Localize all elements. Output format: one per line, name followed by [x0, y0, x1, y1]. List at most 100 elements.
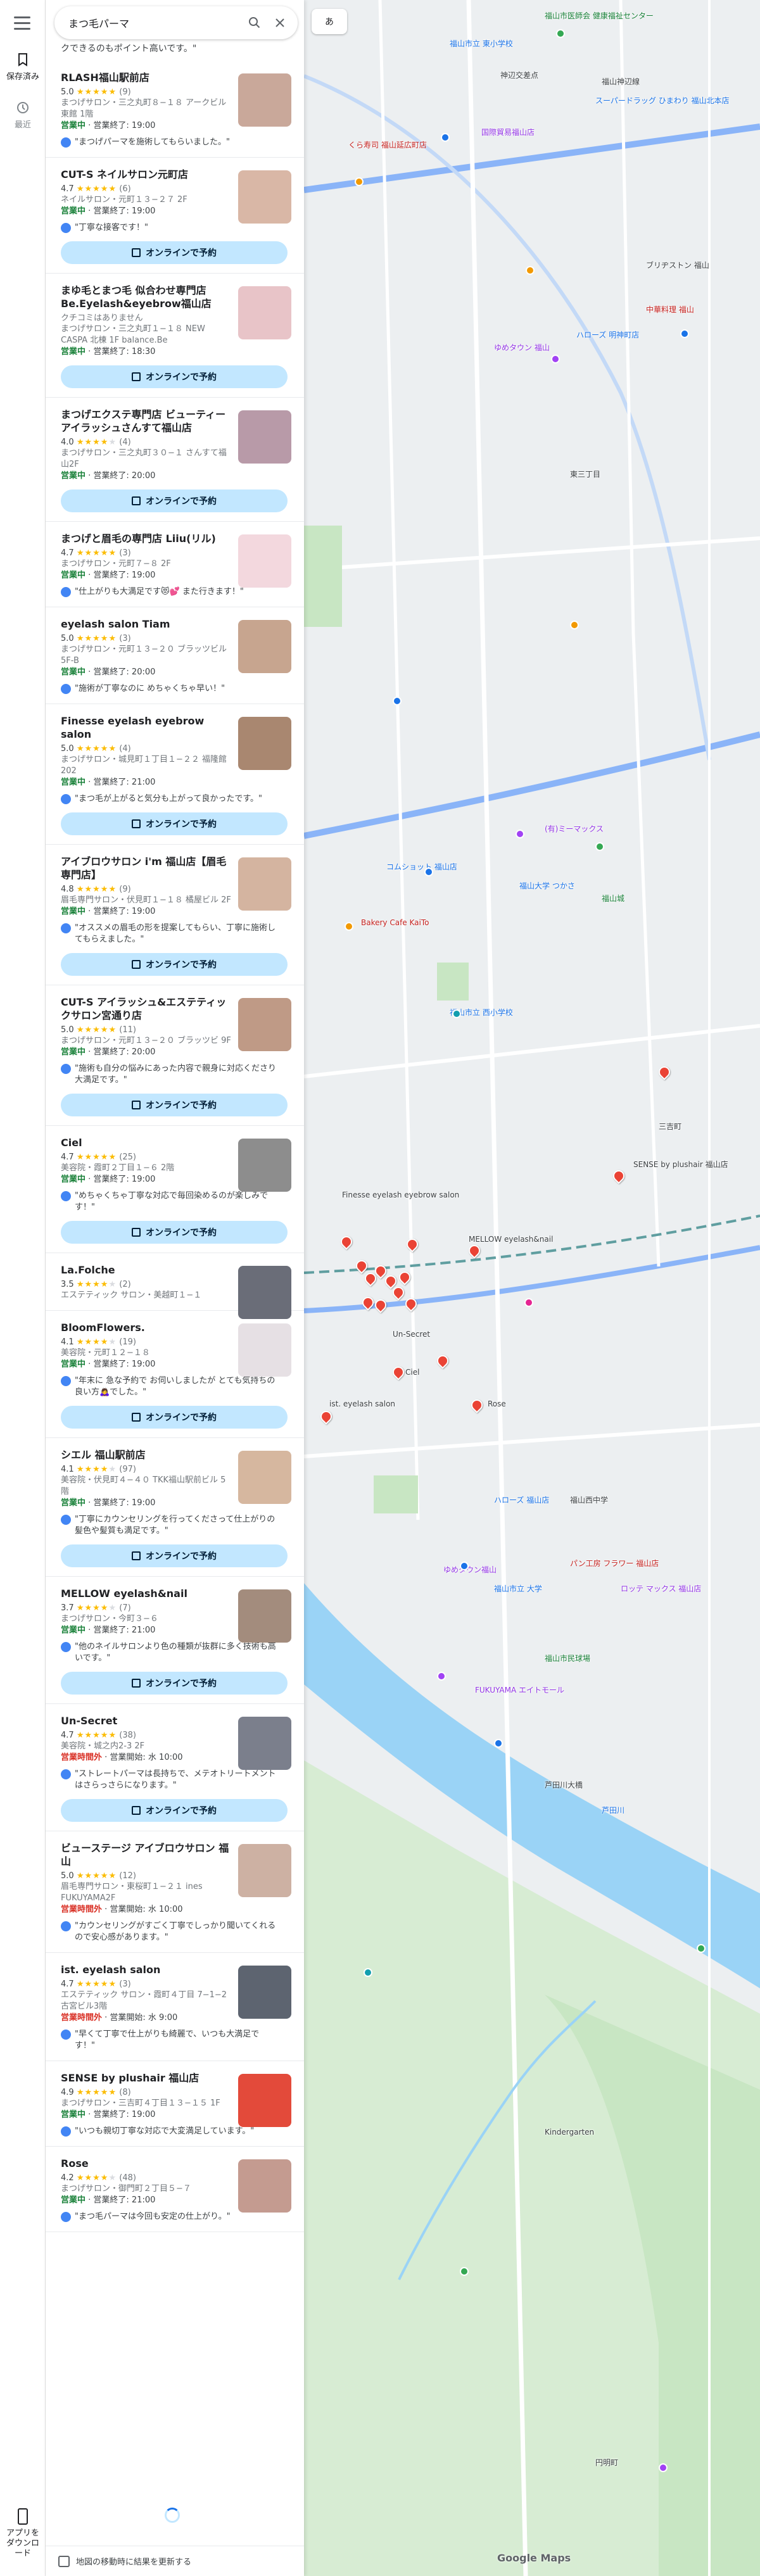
- result-name[interactable]: SENSE by plushair 福山店: [61, 2071, 232, 2085]
- result-name[interactable]: eyelash salon Tiam: [61, 617, 232, 631]
- result-name[interactable]: BloomFlowers.: [61, 1321, 232, 1334]
- result-name[interactable]: La.Folche: [61, 1263, 232, 1277]
- map-place-label[interactable]: ハローズ 福山店: [494, 1494, 549, 1505]
- map-place-label[interactable]: ブリヂストン 福山: [646, 260, 709, 270]
- result-photo[interactable]: [238, 1323, 291, 1377]
- result-item[interactable]: Finesse eyelash eyebrow salon 5.0 ★★★★★ (…: [46, 704, 304, 845]
- map-place-label[interactable]: くら寿司 福山延広町店: [348, 139, 427, 150]
- map-place-label[interactable]: 円明町: [595, 2457, 618, 2468]
- map-place-label[interactable]: 福山城: [602, 893, 624, 904]
- result-item[interactable]: CUT-S ネイルサロン元町店 4.7 ★★★★★ (6) ネイルサロン・元町１３−…: [46, 158, 304, 274]
- poi-marker[interactable]: [526, 266, 535, 275]
- book-online-button[interactable]: オンラインで予約: [61, 812, 288, 835]
- map-place-label[interactable]: スーパードラッグ ひまわり 福山北本店: [595, 95, 730, 106]
- update-on-move-checkbox[interactable]: [58, 2555, 70, 2567]
- result-item[interactable]: ist. eyelash salon 4.7 ★★★★★ (3) エステティック サ…: [46, 1953, 304, 2061]
- result-item[interactable]: Un-Secret 4.7 ★★★★★ (38) 美容院・城之内2-3 2F 営業時間…: [46, 1704, 304, 1831]
- poi-marker[interactable]: [393, 697, 402, 705]
- map-place-label[interactable]: Finesse eyelash eyebrow salon: [342, 1190, 459, 1199]
- book-online-button[interactable]: オンラインで予約: [61, 489, 288, 512]
- result-item[interactable]: RLASH福山駅前店 5.0 ★★★★★ (9) まつげサロン・三之丸町８−１８ ア…: [46, 61, 304, 158]
- result-name[interactable]: まゆ毛とまつ毛 似合わせ専門店 Be.Eyelash&eyebrow福山店: [61, 284, 232, 310]
- poi-marker[interactable]: [697, 1944, 706, 1953]
- book-online-button[interactable]: オンラインで予約: [61, 1094, 288, 1116]
- map-place-label[interactable]: 福山神辺線: [602, 76, 640, 87]
- poi-marker[interactable]: [570, 621, 579, 629]
- map-place-label[interactable]: ハローズ 明神町店: [576, 329, 639, 340]
- result-name[interactable]: CUT-S ネイルサロン元町店: [61, 168, 232, 181]
- search-button[interactable]: [242, 10, 267, 35]
- result-item[interactable]: Rose 4.2 ★★★★★ (48) まつげサロン・御門町２丁目５−７ 営業中 · …: [46, 2147, 304, 2232]
- book-online-button[interactable]: オンラインで予約: [61, 365, 288, 388]
- poi-marker[interactable]: [551, 355, 560, 363]
- poi-marker[interactable]: [424, 868, 433, 876]
- result-item[interactable]: まつげと眉毛の専門店 Liiu(リル) 4.7 ★★★★★ (3) まつげサロン・元…: [46, 522, 304, 607]
- recent-button[interactable]: 最近: [0, 100, 46, 130]
- poi-marker[interactable]: [460, 2267, 469, 2276]
- map-place-label[interactable]: 東三丁目: [570, 469, 600, 479]
- book-online-button[interactable]: オンラインで予約: [61, 1406, 288, 1429]
- result-name[interactable]: RLASH福山駅前店: [61, 71, 232, 84]
- result-name[interactable]: Un-Secret: [61, 1714, 232, 1727]
- map-place-label[interactable]: ゆめタウン福山: [443, 1564, 497, 1575]
- map-place-label[interactable]: 福山大学 つかさ: [519, 880, 575, 891]
- poi-marker[interactable]: [516, 830, 524, 838]
- result-photo[interactable]: [238, 717, 291, 770]
- result-item[interactable]: BloomFlowers. 4.1 ★★★★★ (19) 美容院・元町１２−１８ 営業…: [46, 1311, 304, 1438]
- result-photo[interactable]: [238, 410, 291, 464]
- search-input[interactable]: まつ毛パーマ: [68, 15, 242, 30]
- result-name[interactable]: アイブロウサロン i'm 福山店【眉毛専門店】: [61, 855, 232, 881]
- menu-icon[interactable]: [14, 16, 30, 30]
- result-item[interactable]: ビューステージ アイブロウサロン 福山 5.0 ★★★★★ (12) 眉毛専門サロン…: [46, 1831, 304, 1953]
- result-photo[interactable]: [238, 170, 291, 224]
- result-name[interactable]: Rose: [61, 2157, 232, 2170]
- map-place-label[interactable]: ゆめタウン 福山: [494, 342, 550, 353]
- map-place-label[interactable]: コムショット 福山店: [386, 861, 457, 872]
- result-item[interactable]: アイブロウサロン i'm 福山店【眉毛専門店】 4.8 ★★★★★ (9) 眉毛専門…: [46, 845, 304, 985]
- map-place-label[interactable]: 芦田川大橋: [545, 1779, 583, 1790]
- map-place-label[interactable]: 福山市医師会 健康福祉センター: [545, 10, 654, 21]
- result-item[interactable]: まつげエクステ専門店 ビューティーアイラッシュさんすて福山店 4.0 ★★★★★ …: [46, 398, 304, 522]
- search-box[interactable]: まつ毛パーマ: [54, 6, 298, 39]
- poi-marker[interactable]: [437, 1672, 446, 1681]
- map-place-label[interactable]: ロッテ マックス 福山店: [621, 1583, 701, 1594]
- map-place-label[interactable]: SENSE by plushair 福山店: [633, 1159, 728, 1170]
- result-name[interactable]: MELLOW eyelash&nail: [61, 1587, 232, 1600]
- get-app-button[interactable]: アプリをダウンロード: [0, 2508, 46, 2559]
- map-place-label[interactable]: Kindergarten: [545, 2128, 594, 2137]
- result-photo[interactable]: [238, 286, 291, 339]
- result-photo[interactable]: [238, 1451, 291, 1504]
- map-place-label[interactable]: MELLOW eyelash&nail: [469, 1235, 553, 1244]
- poi-marker[interactable]: [345, 922, 353, 931]
- result-item[interactable]: MELLOW eyelash&nail 3.7 ★★★★★ (7) まつげサロン・今…: [46, 1577, 304, 1704]
- book-online-button[interactable]: オンラインで予約: [61, 1799, 288, 1822]
- result-name[interactable]: まつげエクステ専門店 ビューティーアイラッシュさんすて福山店: [61, 408, 232, 434]
- map-place-label[interactable]: FUKUYAMA エイトモール: [475, 1684, 564, 1695]
- map-place-label[interactable]: 福山市立 大学: [494, 1583, 542, 1594]
- result-name[interactable]: CUT-S アイラッシュ&エステティックサロン宮通り店: [61, 995, 232, 1022]
- result-item[interactable]: シエル 福山駅前店 4.1 ★★★★★ (97) 美容院・伏見町４−４０ TKK福山…: [46, 1438, 304, 1577]
- map-place-label[interactable]: 福山市民球場: [545, 1653, 590, 1664]
- result-photo[interactable]: [238, 1717, 291, 1770]
- map-place-label[interactable]: 芦田川: [602, 1805, 624, 1815]
- map-place-label[interactable]: 中華料理 福山: [646, 304, 694, 315]
- poi-marker[interactable]: [452, 1009, 461, 1018]
- result-item[interactable]: eyelash salon Tiam 5.0 ★★★★★ (3) まつげサロン・元町…: [46, 607, 304, 704]
- book-online-button[interactable]: オンラインで予約: [61, 1672, 288, 1695]
- poi-marker[interactable]: [595, 842, 604, 851]
- input-language-chip[interactable]: あ: [312, 9, 347, 34]
- map-canvas[interactable]: あ 福山市医師会 健康福祉センター 福山市立 東小学校 神辺交差点 福山神辺線 くら寿司…: [304, 0, 760, 2576]
- map-place-label[interactable]: 国際貿易福山店: [481, 127, 535, 137]
- poi-marker[interactable]: [355, 177, 364, 186]
- result-name[interactable]: Ciel: [61, 1136, 232, 1149]
- update-on-move-option[interactable]: 地図の移動時に結果を更新する: [46, 2546, 304, 2576]
- result-name[interactable]: ビューステージ アイブロウサロン 福山: [61, 1841, 232, 1868]
- poi-marker[interactable]: [524, 1298, 533, 1307]
- poi-marker[interactable]: [659, 2463, 668, 2472]
- result-item[interactable]: La.Folche 3.5 ★★★★★ (2) エステティック サロン・美越町１−１: [46, 1253, 304, 1319]
- result-photo[interactable]: [238, 534, 291, 588]
- result-name[interactable]: シエル 福山駅前店: [61, 1448, 232, 1462]
- poi-marker[interactable]: [556, 29, 565, 38]
- result-photo[interactable]: [238, 1139, 291, 1192]
- map-place-label[interactable]: Ciel: [405, 1368, 419, 1377]
